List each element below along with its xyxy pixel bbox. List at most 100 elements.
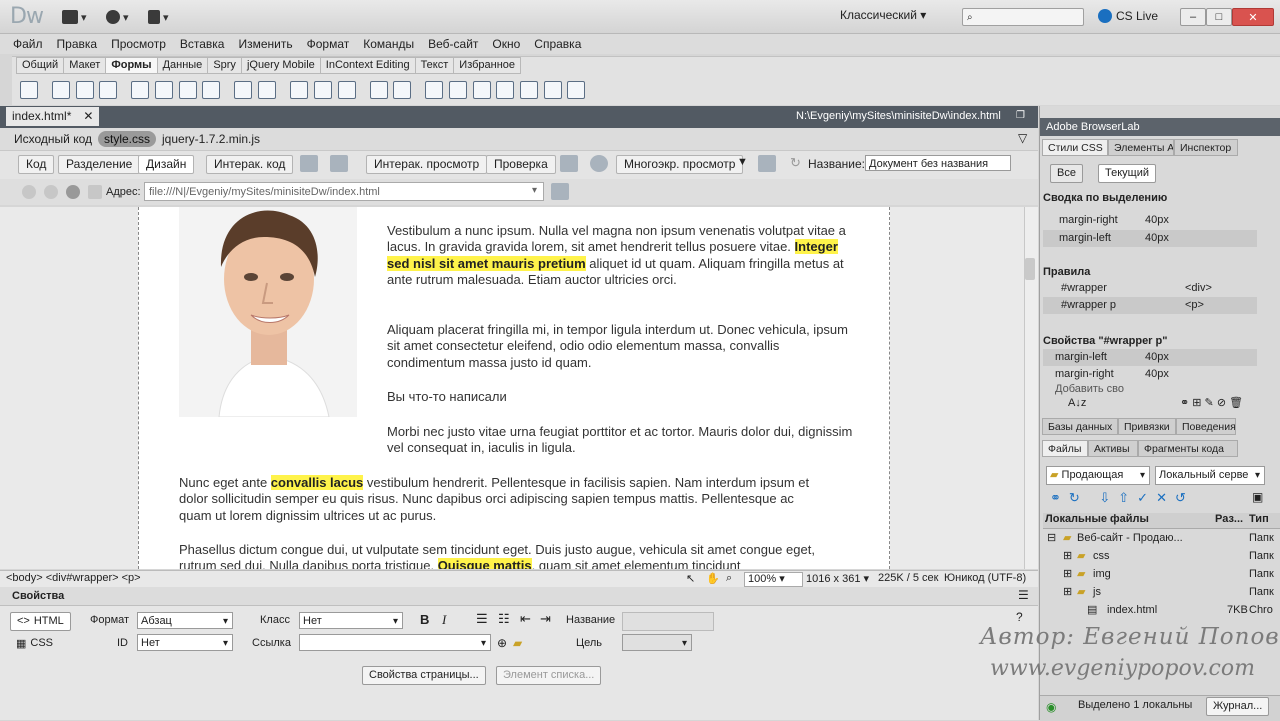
code-view-button[interactable]: Код bbox=[18, 155, 55, 174]
file-row[interactable]: ⊞ ▰ css Папк bbox=[1043, 548, 1280, 565]
tab-ap-elements[interactable]: Элементы А bbox=[1108, 139, 1174, 156]
expand-icon[interactable]: ⊞ bbox=[1063, 566, 1072, 583]
menu-site[interactable]: Веб-сайт bbox=[421, 34, 485, 54]
paragraph-3[interactable]: Вы что-то написали bbox=[387, 389, 859, 405]
folder-icon[interactable]: ▰ bbox=[513, 636, 522, 650]
file-row[interactable]: ⊞ ▰ img Папк bbox=[1043, 566, 1280, 583]
format-select[interactable]: Абзац bbox=[137, 612, 233, 630]
help-icon[interactable]: ? bbox=[1016, 610, 1023, 624]
bold-button[interactable]: B bbox=[420, 612, 429, 627]
menu-edit[interactable]: Правка bbox=[50, 34, 105, 54]
forward-icon[interactable] bbox=[44, 185, 58, 199]
live-view-button[interactable]: Интерак. просмотр bbox=[366, 155, 488, 174]
document-title-input[interactable]: Документ без названия bbox=[865, 155, 1011, 171]
paragraph-1[interactable]: Vestibulum a nunc ipsum. Nulla vel magna… bbox=[387, 223, 859, 288]
expand-icon[interactable]: ⊞ bbox=[1063, 584, 1072, 601]
author-photo[interactable] bbox=[179, 207, 357, 417]
check-compat-icon[interactable] bbox=[330, 155, 348, 172]
inspect-browser-icon[interactable] bbox=[300, 155, 318, 172]
close-tab-icon[interactable]: ✕ bbox=[83, 107, 93, 126]
minimize-button[interactable]: – bbox=[1180, 8, 1206, 26]
spry-checkbox-icon[interactable] bbox=[472, 81, 491, 99]
menu-help[interactable]: Справка bbox=[527, 34, 588, 54]
label-icon[interactable] bbox=[369, 81, 388, 99]
collapse-icon[interactable]: ⊟ bbox=[1047, 530, 1056, 547]
tab-behaviors[interactable]: Поведения bbox=[1176, 418, 1236, 435]
address-input[interactable]: file:///N|/Evgeniy/mySites/minisiteDw/in… bbox=[144, 182, 544, 201]
paragraph-4[interactable]: Morbi nec justo vitae urna feugiat portt… bbox=[387, 424, 859, 457]
id-select[interactable]: Нет bbox=[137, 634, 233, 652]
textarea-icon[interactable] bbox=[75, 81, 94, 99]
link-input[interactable] bbox=[299, 634, 491, 652]
refresh-icon[interactable]: ↻ bbox=[790, 155, 801, 171]
tab-forms[interactable]: Формы bbox=[105, 57, 158, 74]
current-mode-button[interactable]: Текущий bbox=[1098, 164, 1156, 183]
css-mode-button[interactable]: ▦ CSS bbox=[16, 637, 53, 650]
back-icon[interactable] bbox=[22, 185, 36, 199]
file-management-icon[interactable] bbox=[560, 155, 578, 172]
outdent-icon[interactable]: ⇤ bbox=[520, 611, 531, 627]
layout-menu-button[interactable]: ▾ bbox=[62, 8, 87, 26]
menu-window[interactable]: Окно bbox=[485, 34, 527, 54]
multiscreen-dropdown-icon[interactable]: ▼ bbox=[737, 156, 748, 168]
page-wrapper[interactable]: Vestibulum a nunc ipsum. Nulla vel magna… bbox=[138, 207, 890, 569]
radio-button-icon[interactable] bbox=[178, 81, 197, 99]
home-icon[interactable] bbox=[88, 185, 102, 199]
extend-menu-button[interactable]: ▾ bbox=[106, 8, 129, 26]
rule-row[interactable]: #wrapper p <p> bbox=[1043, 297, 1257, 314]
spry-radio-group-icon[interactable] bbox=[567, 81, 586, 99]
related-source-code[interactable]: Исходный код bbox=[14, 132, 92, 146]
list-item-button[interactable]: Элемент списка... bbox=[496, 666, 602, 685]
button-icon[interactable] bbox=[337, 81, 356, 99]
zoom-select[interactable]: 100% ▾ bbox=[744, 572, 803, 587]
unordered-list-icon[interactable]: ☰ bbox=[476, 611, 488, 627]
filter-icon[interactable]: ▽ bbox=[1018, 131, 1027, 145]
file-row[interactable]: ⊞ ▰ js Папк bbox=[1043, 584, 1280, 601]
html-mode-button[interactable]: <> HTML bbox=[10, 612, 71, 631]
tab-databases[interactable]: Базы данных bbox=[1042, 418, 1118, 435]
related-jquery[interactable]: jquery-1.7.2.min.js bbox=[162, 132, 260, 146]
rule-row[interactable]: #wrapper <div> bbox=[1043, 280, 1257, 297]
tab-snippets[interactable]: Фрагменты кода bbox=[1138, 440, 1238, 457]
paragraph-5[interactable]: Nunc eget ante convallis lacus vestibulu… bbox=[179, 475, 819, 524]
file-row[interactable]: ⊟ ▰ Веб-сайт - Продаю... Папк bbox=[1043, 530, 1280, 547]
browser-options-icon[interactable] bbox=[551, 183, 569, 200]
hidden-field-icon[interactable] bbox=[99, 81, 118, 99]
tab-incontext-editing[interactable]: InContext Editing bbox=[319, 57, 416, 74]
checkbox-group-icon[interactable] bbox=[155, 81, 174, 99]
text-field-icon[interactable] bbox=[52, 81, 70, 99]
tab-css-styles[interactable]: Стили CSS bbox=[1042, 139, 1108, 156]
site-menu-button[interactable]: ▾ bbox=[148, 8, 169, 26]
menu-commands[interactable]: Команды bbox=[356, 34, 421, 54]
document-tab[interactable]: index.html* ✕ bbox=[6, 107, 100, 126]
browserlab-header[interactable]: Adobe BrowserLab bbox=[1040, 118, 1280, 136]
summary-row[interactable]: margin-left 40px bbox=[1043, 230, 1257, 247]
cs-live-button[interactable]: CS Live bbox=[1098, 9, 1158, 23]
expand-icon[interactable]: ⊞ bbox=[1063, 548, 1072, 565]
tab-tag-inspector[interactable]: Инспектор bbox=[1174, 139, 1238, 156]
hand-tool-icon[interactable]: ✋ bbox=[706, 572, 720, 585]
select-list-icon[interactable] bbox=[234, 81, 253, 99]
zoom-tool-icon[interactable]: ⌕ bbox=[726, 572, 732, 585]
help-search-input[interactable]: ⌕ bbox=[962, 8, 1084, 26]
property-row[interactable]: margin-left 40px bbox=[1043, 349, 1257, 366]
class-select[interactable]: Нет bbox=[299, 612, 403, 630]
tag-selector[interactable]: <body> <div#wrapper> <p> bbox=[6, 572, 141, 584]
properties-menu-icon[interactable]: ☰ bbox=[1018, 588, 1029, 602]
checkbox-icon[interactable] bbox=[131, 81, 150, 99]
point-to-file-icon[interactable]: ⊕ bbox=[497, 636, 507, 650]
restore-icon[interactable]: ❐ bbox=[1016, 110, 1025, 121]
tab-files[interactable]: Файлы bbox=[1042, 440, 1088, 457]
view-select[interactable]: Локальный серве bbox=[1155, 466, 1265, 485]
image-field-icon[interactable] bbox=[290, 81, 309, 99]
menu-file[interactable]: Файл bbox=[6, 34, 50, 54]
menu-format[interactable]: Формат bbox=[300, 34, 357, 54]
workspace-switcher[interactable]: Классический ▾ bbox=[840, 8, 926, 22]
multiscreen-button[interactable]: Многоэкр. просмотр bbox=[616, 155, 744, 174]
stop-icon[interactable] bbox=[66, 185, 80, 199]
form-icon[interactable] bbox=[20, 81, 38, 99]
property-row[interactable]: margin-right 40px bbox=[1043, 366, 1257, 383]
close-button[interactable]: ✕ bbox=[1232, 8, 1274, 26]
css-actions-icons[interactable]: ⚭ ⊞ ✎ ⊘ 🗑 bbox=[1180, 396, 1243, 409]
tab-favorites[interactable]: Избранное bbox=[453, 57, 522, 74]
